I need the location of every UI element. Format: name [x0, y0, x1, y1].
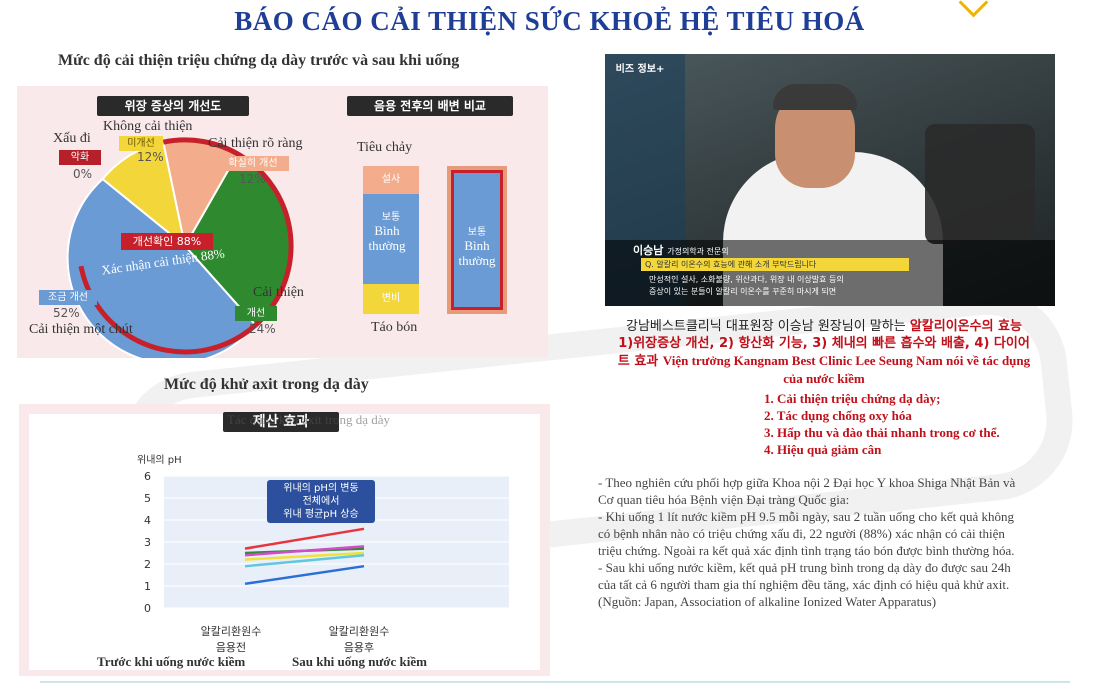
research-p1: - Theo nghiên cứu phối hợp giữa Khoa nội… [598, 475, 1016, 507]
research-p4: (Nguồn: Japan, Association of alkaline I… [598, 594, 937, 609]
bottom-divider [40, 681, 1070, 683]
bar-after-normal-vi: Bình thường [458, 238, 496, 268]
clear-tag: 확실히 개선 [217, 156, 289, 171]
caption-line-4: của nước kiềm [783, 371, 865, 386]
confirm-88-tag: 개선확인 88% [121, 233, 213, 250]
bar-before-constipation-text: 변비 [381, 293, 401, 304]
ph-x-after-vi: Sau khi uống nước kiềm [292, 654, 427, 669]
microscope [925, 124, 1035, 244]
video-answer-1: 만성적인 설사, 소화불량, 위산과다, 위장 내 이상발효 등의 [649, 275, 844, 284]
worse-label: Xấu đi [53, 131, 91, 146]
ph-section-heading: Mức độ khử axit trong dạ dày [164, 376, 369, 393]
ph-note-line-1: 위내의 pH의 변동 [283, 483, 359, 494]
bar-after-normal-ko: 보통 [467, 227, 487, 238]
ph-x-after-line-2: 음용후 [343, 641, 375, 654]
ph-ytick-label: 1 [144, 580, 151, 593]
caption-line-3-ko: 트 효과 [617, 354, 663, 369]
research-p2: - Khi uống 1 lít nước kiềm pH 9.5 mỗi ng… [598, 509, 1015, 558]
ph-note-line-2: 전체에서 [302, 496, 340, 507]
improve-label: Cải thiện [253, 285, 304, 300]
bar-before: 설사 보통 Bình thường 변비 [363, 166, 419, 314]
ph-x-after: 알칼리환원수 음용후 [315, 623, 403, 655]
video-caption: 강남베스트클리닉 대표원장 이승남 원장님이 말하는 알칼리이온수의 효능 1)… [560, 318, 1088, 387]
ph-x-before-line-2: 음용전 [215, 641, 247, 654]
clear-pct: 12% [239, 172, 266, 186]
caption-line-2: 1)위장증상 개선, 2) 항산화 기능, 3) 체내의 빠른 흡수와 배출, … [618, 336, 1030, 351]
channel-logo: 비즈 정보+ [615, 64, 665, 75]
ph-x-before-vi: Trước khi uống nước kiềm [97, 654, 246, 669]
ph-line-chart: 0 1 2 3 4 5 6 [144, 470, 509, 615]
bar-before-normal: 보통 Bình thường [363, 194, 419, 284]
benefit-item: 1. Cải thiện triệu chứng dạ dày; [764, 391, 941, 406]
ph-x-before-line-1: 알칼리환원수 [200, 625, 262, 638]
ph-x-before: 알칼리환원수 음용전 [187, 623, 275, 655]
ph-note-box: 위내의 pH의 변동 전체에서 위내 평균pH 상승 [267, 480, 375, 523]
caption-line-1: 강남베스트클리닉 대표원장 이승남 원장님이 말하는 [626, 319, 910, 334]
research-text: - Theo nghiên cứu phối hợp giữa Khoa nội… [598, 474, 1028, 610]
symptom-panel: 위장 증상의 개선도 음용 전후의 배변 비교 악화 0% Xấu đi Khô… [17, 86, 548, 358]
pie-section-heading: Mức độ cải thiện triệu chứng dạ dày trướ… [58, 52, 460, 69]
benefit-item: 4. Hiệu quả giảm cân [764, 442, 882, 457]
video-answer-2: 증상이 있는 분들이 알칼리 이온수를 꾸준히 마시게 되면 [649, 287, 837, 296]
ph-ytick-label: 0 [144, 602, 151, 615]
benefit-item: 2. Tác dụng chống oxy hóa [764, 408, 912, 423]
page-title: BÁO CÁO CẢI THIỆN SỨC KHOẺ HỆ TIÊU HOÁ [234, 6, 865, 36]
bar-after: 보통 Bình thường [447, 166, 507, 314]
slight-tag: 조금 개선 [39, 290, 97, 305]
no-change-tag: 미개선 [119, 136, 163, 151]
worse-tag: 악화 [59, 150, 101, 165]
ph-ytick-label: 6 [144, 470, 151, 483]
ph-panel: 제산 효과 Tác dụng khử axit trong dạ dày 위내의… [19, 404, 550, 676]
video-question: Q. 알칼리 이온수의 효능에 관해 소개 부탁드립니다 [641, 258, 909, 271]
diarrhea-label: Tiêu chảy [357, 140, 413, 155]
clear-label: Cải thiện rõ ràng [208, 136, 303, 151]
no-change-pct: 12% [137, 150, 164, 164]
ph-ytick-label: 5 [144, 492, 151, 505]
improve-pct: 24% [249, 322, 276, 336]
doctor-name: 이승남 [633, 244, 664, 257]
ph-ytick-label: 2 [144, 558, 151, 571]
ph-ytick-label: 3 [144, 536, 151, 549]
slight-label: Cải thiện một chút [29, 322, 133, 337]
no-change-label: Không cải thiện [103, 119, 193, 134]
ph-x-after-line-1: 알칼리환원수 [328, 625, 390, 638]
ph-ytick-label: 4 [144, 514, 151, 527]
constipation-label: Táo bón [371, 320, 418, 335]
slight-pct: 52% [53, 306, 80, 320]
doctor-role: 가정의학과 전문의 [667, 247, 729, 256]
caption-line-3-vi: Viện trưởng Kangnam Best Clinic Lee Seun… [662, 353, 1031, 368]
bar-before-diarrhea-text: 설사 [381, 174, 401, 185]
bar-before-constipation: 변비 [363, 284, 419, 314]
bar-after-normal: 보통 Bình thường [451, 170, 503, 310]
bar-before-diarrhea: 설사 [363, 166, 419, 194]
benefit-list: 1. Cải thiện triệu chứng dạ dày; 2. Tác … [764, 390, 1000, 458]
benefit-item: 3. Hấp thu và đào thải nhanh trong cơ th… [764, 425, 1000, 440]
worse-pct: 0% [73, 167, 93, 181]
caption-line-1-red: 알칼리이온수의 효능 [909, 319, 1022, 334]
research-p3: - Sau khi uống nước kiềm, kết quả pH tru… [598, 560, 1011, 592]
bar-before-normal-vi: Bình thường [368, 223, 406, 253]
ph-note-line-3: 위내 평균pH 상승 [283, 509, 359, 520]
bar-before-normal-ko: 보통 [381, 212, 401, 223]
video-still: 비즈 정보+ 이승남 가정의학과 전문의 Q. 알칼리 이온수의 효능에 관해 … [605, 54, 1055, 306]
improve-tag: 개선 [235, 306, 277, 321]
